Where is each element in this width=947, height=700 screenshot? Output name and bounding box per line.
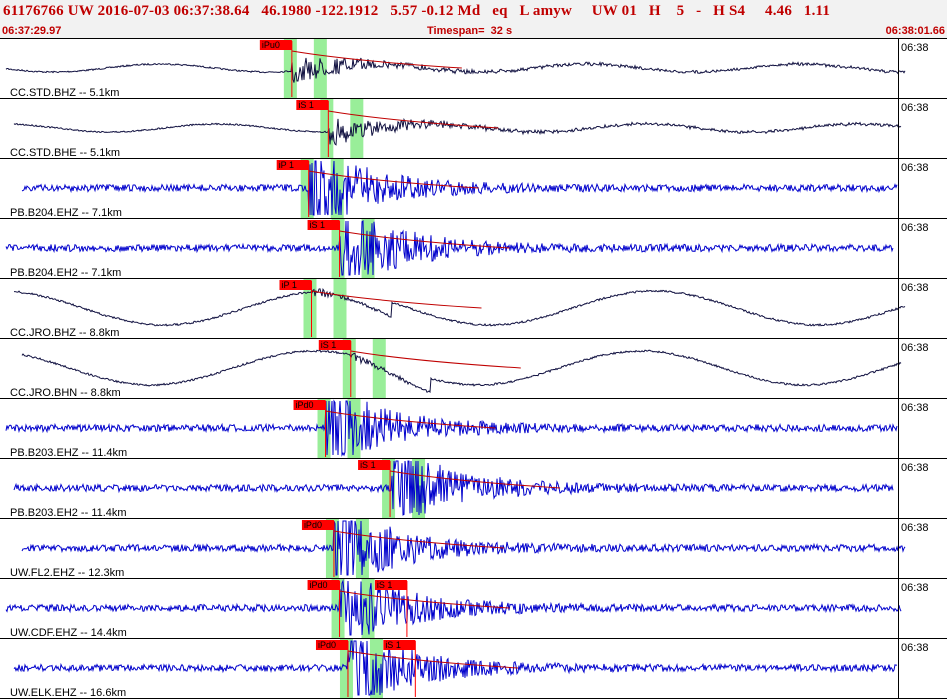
trace-time-label: 06:38 [901,42,929,54]
trace-time-label: 06:38 [901,582,929,594]
pick-label: iS 1 [360,460,376,470]
station-label: UW.ELK.EHZ -- 16.6km [10,687,126,699]
trace-time-label: 06:38 [901,222,929,234]
trace-panel: iPu0 06:38 CC.STD.BHZ -- 5.1km [0,39,947,99]
trace-time-label: 06:38 [901,162,929,174]
pick-label: iS 1 [385,640,401,650]
station-label: UW.CDF.EHZ -- 14.4km [10,627,127,639]
trace-panel: iS 1 06:38 CC.JRO.BHN -- 8.8km [0,339,947,399]
station-label: UW.FL2.EHZ -- 12.3km [10,567,124,579]
pick-label: iPd0 [318,640,336,650]
waveform [21,520,906,576]
waveform [13,460,894,516]
waveform [21,160,898,216]
seismogram-panels[interactable]: iPu0 06:38 CC.STD.BHZ -- 5.1km iS 1 06:38 CC.… [0,39,947,700]
event-header: 61176766 UW 2016-07-03 06:37:38.64 46.19… [0,0,947,39]
waveform [13,117,902,146]
trace-panel: iS 1 06:38 PB.B203.EH2 -- 11.4km [0,459,947,519]
trace-panel: iP 1 06:38 PB.B204.EHZ -- 7.1km [0,159,947,219]
timespan-readout: Timespan= 32 s [427,25,513,37]
pick-label: iP 1 [279,160,294,170]
window-start-time: 06:37:29.97 [2,25,62,37]
pick-label: iPu0 [262,40,280,50]
trace-time-label: 06:38 [901,462,929,474]
trace-panel: iS 1 06:38 PB.B204.EH2 -- 7.1km [0,219,947,279]
waveform [21,349,902,394]
waveform [5,57,906,83]
station-label: PB.B203.EH2 -- 11.4km [10,507,127,519]
pick-label: iPd0 [304,520,322,530]
pick-label: iS 1 [310,220,326,230]
trace-time-label: 06:38 [901,642,929,654]
pick-label: iPd0 [310,580,328,590]
event-summary-title: 61176766 UW 2016-07-03 06:37:38.64 46.19… [3,3,831,19]
trace-panel: iPd0 iS 1 06:38 UW.ELK.EHZ -- 16.6km [0,639,947,699]
station-label: PB.B204.EH2 -- 7.1km [10,267,121,279]
waveform [5,579,902,636]
window-end-time: 06:38:01.66 [885,25,945,37]
station-label: PB.B204.EHZ -- 7.1km [10,207,122,219]
trace-panel: iPd0 06:38 PB.B203.EHZ -- 11.4km [0,399,947,459]
pick-label: iP 1 [281,280,296,290]
trace-time-label: 06:38 [901,522,929,534]
pick-label: iS 1 [377,580,393,590]
station-label: CC.STD.BHE -- 5.1km [10,147,120,159]
pick-label: iS 1 [321,340,337,350]
station-label: CC.STD.BHZ -- 5.1km [10,87,119,99]
station-label: CC.JRO.BHN -- 8.8km [10,387,121,399]
waveform [5,219,894,276]
station-label: CC.JRO.BHZ -- 8.8km [10,327,119,339]
trace-panel: iPd0 iS 1 06:38 UW.CDF.EHZ -- 14.4km [0,579,947,639]
trace-panel: iPd0 06:38 UW.FL2.EHZ -- 12.3km [0,519,947,579]
waveform [14,288,906,327]
trace-time-label: 06:38 [901,342,929,354]
pick-label: iS 1 [298,100,314,110]
s-window [333,279,347,339]
trace-time-label: 06:38 [901,102,929,114]
trace-panel: iP 1 06:38 CC.JRO.BHZ -- 8.8km [0,279,947,339]
waveform [5,399,898,457]
trace-panel: iS 1 06:38 CC.STD.BHE -- 5.1km [0,99,947,159]
waveform [13,640,898,696]
pick-label: iPd0 [296,400,314,410]
station-label: PB.B203.EHZ -- 11.4km [10,447,127,459]
trace-time-label: 06:38 [901,282,929,294]
trace-time-label: 06:38 [901,402,929,414]
